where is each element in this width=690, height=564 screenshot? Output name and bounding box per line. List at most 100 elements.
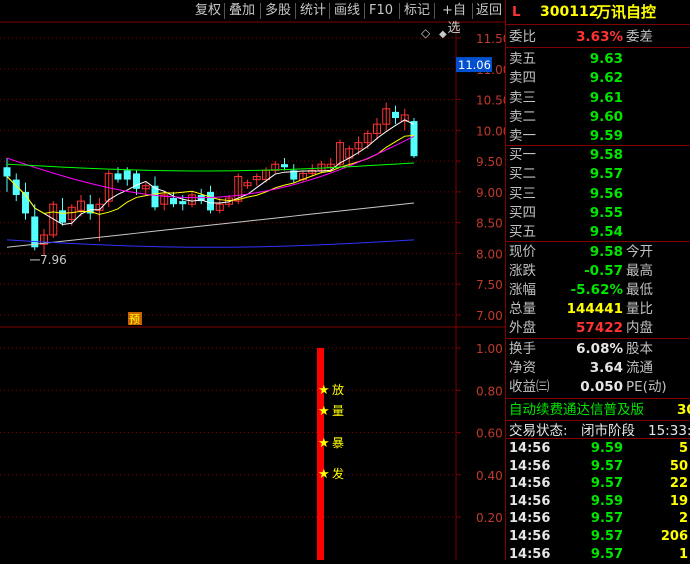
tick-time: 14:56 (509, 476, 551, 492)
stock-code: 300112 (540, 4, 599, 20)
tick-time: 14:56 (509, 511, 551, 527)
row-value: 9.55 (589, 204, 623, 221)
signal-bar (317, 348, 324, 560)
divider (506, 338, 690, 339)
toolbar-button-7[interactable]: +自选 (436, 2, 472, 36)
quote-row: 买五 9.54 (506, 223, 690, 241)
tick-price: 9.59 (590, 441, 623, 456)
candle-body-down (123, 170, 131, 180)
indicator-axis-label: 0.20 (476, 511, 503, 525)
row-value: 9.59 (589, 128, 623, 145)
tick-time: 14:56 (509, 458, 551, 474)
divider (506, 398, 690, 399)
candle-body-down (207, 191, 214, 211)
row-value: 9.57 (589, 166, 623, 183)
kline-chart[interactable]: 11.5011.0010.5010.009.509.008.508.007.50… (0, 0, 505, 560)
low-marker-label: 7.96 (40, 253, 67, 267)
row-label-2: PE(动) (626, 379, 667, 395)
quote-row: 外盘 57422 内盘 (506, 319, 690, 337)
row-label-2: 量比 (626, 301, 653, 317)
toolbar-button-1[interactable]: 叠加 (226, 2, 258, 20)
indicator-axis-label: 0.40 (476, 469, 503, 483)
toolbar-button-2[interactable]: 多股 (262, 2, 294, 20)
toolbar-button-3[interactable]: 统计 (297, 2, 329, 20)
tick-volume: 2 (678, 511, 688, 527)
quote-row: 换手 6.08% 股本 (506, 340, 690, 358)
row-value: 9.60 (589, 108, 623, 125)
toolbar-separator (295, 3, 296, 19)
concept-row[interactable]: 自动续费通达信普及版 30 (506, 401, 690, 419)
quote-row: 涨幅 -5.62% 最低 (506, 281, 690, 299)
weicha-label: 委差 (626, 29, 653, 45)
tick-price: 9.57 (590, 529, 623, 544)
toolbar-separator (224, 3, 225, 19)
toolbar-separator (364, 3, 365, 19)
divider (506, 24, 690, 25)
tick-row: 14:56 9.57 1 (506, 546, 690, 564)
concept-num: 30 (677, 402, 690, 418)
toolbar-button-6[interactable]: 标记 (401, 2, 433, 20)
tick-volume: 206 (660, 529, 688, 544)
tick-volume: 1 (678, 546, 688, 562)
tick-row: 14:56 9.57 22 (506, 475, 690, 493)
tick-volume: 22 (669, 476, 688, 492)
signal-label: 放 (332, 382, 344, 397)
price-axis-label: 11.50 (476, 32, 505, 46)
toolbar-button-0[interactable]: 复权 (192, 2, 224, 20)
signal-label: 暴 (332, 436, 344, 450)
quote-row: 卖四 9.62 (506, 69, 690, 87)
tick-volume: 19 (669, 493, 688, 509)
tick-row: 14:56 9.57 50 (506, 458, 690, 476)
tick-row: 14:56 9.59 5 (506, 440, 690, 458)
quote-row: 总量 144441 量比 (506, 300, 690, 318)
settings-icon[interactable]: ◆ (439, 29, 447, 40)
row-value: 3.64 (589, 360, 623, 376)
row-label: 换手 (509, 341, 536, 357)
row-value: 9.56 (589, 185, 623, 202)
market-flag: L (512, 4, 521, 20)
signal-label: 量 (332, 404, 344, 418)
toolbar-separator (260, 3, 261, 19)
concept-text: 自动续费通达信普及版 (509, 402, 644, 418)
divider (506, 438, 690, 439)
row-value: 9.62 (589, 70, 623, 87)
row-label: 净资 (509, 360, 536, 376)
row-label: 买四 (509, 204, 536, 221)
tick-row: 14:56 9.57 206 (506, 528, 690, 546)
row-value: 9.61 (589, 89, 623, 106)
row-label-2: 股本 (626, 341, 653, 357)
toolbar-button-4[interactable]: 画线 (331, 2, 363, 20)
row-label: 涨幅 (509, 282, 536, 298)
tick-row: 14:56 9.59 19 (506, 493, 690, 511)
tick-price: 9.57 (590, 476, 623, 492)
toolbar-separator (472, 3, 473, 19)
row-value: 9.54 (589, 224, 623, 241)
row-label: 卖二 (509, 108, 536, 125)
divider (506, 420, 690, 421)
candle-body-down (31, 216, 39, 248)
price-axis-label: 10.00 (476, 124, 505, 138)
tick-row: 14:56 9.57 2 (506, 510, 690, 528)
row-label-2: 流通 (626, 360, 653, 376)
row-label-2: 最低 (626, 282, 653, 298)
row-label: 涨跌 (509, 263, 536, 279)
indicator-axis-label: 0.60 (476, 427, 503, 441)
price-axis-label: 8.50 (476, 217, 503, 231)
tick-time: 14:56 (509, 529, 551, 544)
quote-row: 现价 9.58 今开 (506, 243, 690, 261)
row-label: 买一 (509, 147, 536, 163)
row-label: 卖五 (509, 51, 536, 67)
price-axis-label: 7.50 (476, 278, 503, 292)
row-label: 买五 (509, 224, 536, 241)
toolbar-button-8[interactable]: 返回 (474, 2, 504, 20)
row-label: 卖三 (509, 89, 536, 106)
tick-price: 9.57 (590, 546, 623, 562)
diamond-icon[interactable]: ◇ (421, 26, 431, 40)
candle-body-down (3, 167, 11, 177)
toolbar-button-5[interactable]: F10 (366, 2, 396, 20)
indicator-axis-label: 0.80 (476, 384, 503, 398)
tick-time: 14:56 (509, 546, 551, 562)
row-value: 144441 (566, 301, 623, 317)
row-value: 6.08% (576, 341, 623, 357)
row-label: 卖四 (509, 70, 536, 87)
